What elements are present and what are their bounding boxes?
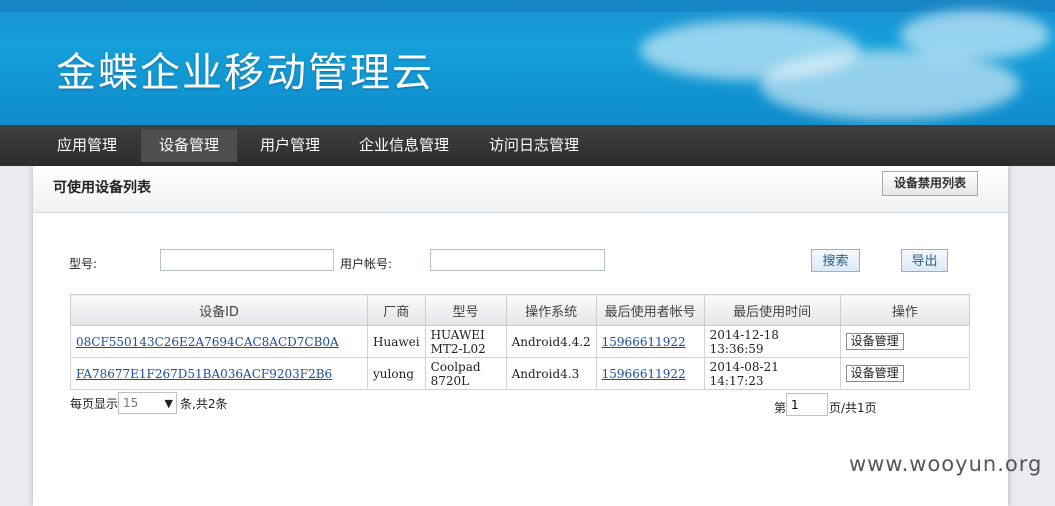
vendor-cell: yulong	[367, 357, 426, 390]
action-cell: 设备管理	[839, 357, 971, 390]
model-label: 型号:	[69, 257, 98, 271]
account-label: 用户帐号:	[340, 257, 393, 271]
device-id-cell: FA78677E1F267D51BA036ACF9203F2B6	[70, 357, 368, 390]
cloud-decoration	[900, 10, 1050, 60]
nav-item-user-management[interactable]: 用户管理	[247, 129, 333, 162]
col-device-id[interactable]: 设备ID	[70, 294, 368, 326]
account-cell: 15966611922	[595, 357, 705, 390]
page-prefix: 第	[774, 401, 787, 415]
os-cell: Android4.4.2	[505, 325, 597, 358]
nav-item-app-management[interactable]: 应用管理	[44, 129, 130, 162]
device-id-link[interactable]: 08CF550143C26E2A7694CAC8ACD7CB0A	[76, 335, 339, 349]
account-input[interactable]	[430, 249, 605, 271]
nav-item-access-log[interactable]: 访问日志管理	[478, 129, 590, 162]
col-action: 操作	[839, 294, 971, 326]
nav-item-enterprise-info[interactable]: 企业信息管理	[348, 129, 460, 162]
model-input[interactable]	[160, 249, 334, 271]
device-id-cell: 08CF550143C26E2A7694CAC8ACD7CB0A	[70, 325, 368, 358]
export-button[interactable]: 导出	[901, 249, 948, 272]
account-link[interactable]: 15966611922	[602, 335, 686, 349]
page-suffix: 页/共1页	[829, 401, 877, 415]
col-last-account[interactable]: 最后使用者帐号	[595, 294, 705, 326]
panel-title: 可使用设备列表	[53, 180, 151, 196]
header-banner: 金蝶企业移动管理云	[0, 0, 1055, 125]
nav-item-device-management[interactable]: 设备管理	[141, 129, 237, 162]
cloud-decoration	[760, 50, 1020, 120]
col-vendor[interactable]: 厂商	[367, 294, 426, 326]
app-title: 金蝶企业移动管理云	[56, 50, 434, 96]
last-time-cell: 2014-08-21 14:17:23	[703, 357, 841, 390]
col-model[interactable]: 型号	[424, 294, 507, 326]
search-button[interactable]: 搜索	[811, 249, 860, 272]
col-last-time[interactable]: 最后使用时间	[703, 294, 841, 326]
per-page-value: 15	[123, 396, 139, 410]
per-page-label: 每页显示	[70, 397, 119, 411]
account-cell: 15966611922	[595, 325, 705, 358]
device-id-link[interactable]: FA78677E1F267D51BA036ACF9203F2B6	[76, 367, 332, 381]
last-time-cell: 2014-12-18 13:36:59	[703, 325, 841, 358]
total-count-text: 条,共2条	[180, 397, 228, 411]
main-nav: 应用管理 设备管理 用户管理 企业信息管理 访问日志管理	[0, 125, 1055, 166]
action-cell: 设备管理	[839, 325, 971, 358]
watermark: www.wooyun.org	[849, 452, 1043, 476]
account-link[interactable]: 15966611922	[602, 367, 686, 381]
os-cell: Android4.3	[505, 357, 597, 390]
col-os[interactable]: 操作系统	[505, 294, 597, 326]
page-number-input[interactable]	[786, 393, 828, 416]
table-row: FA78677E1F267D51BA036ACF9203F2B6 yulong …	[70, 357, 971, 390]
panel-header: 可使用设备列表 设备禁用列表	[33, 166, 1008, 213]
model-cell: HUAWEI MT2-L02	[424, 325, 507, 358]
model-cell: Coolpad 8720L	[424, 357, 507, 390]
per-page-select[interactable]: 15 ▼	[118, 392, 177, 414]
table-header-row: 设备ID 厂商 型号 操作系统 最后使用者帐号 最后使用时间 操作	[70, 294, 971, 326]
device-table: 设备ID 厂商 型号 操作系统 最后使用者帐号 最后使用时间 操作 08CF55…	[70, 294, 971, 390]
banner-top-stripe	[0, 0, 1055, 12]
chevron-down-icon: ▼	[164, 397, 173, 410]
device-manage-button[interactable]: 设备管理	[845, 333, 904, 350]
disabled-devices-button[interactable]: 设备禁用列表	[882, 171, 978, 196]
device-manage-button[interactable]: 设备管理	[845, 365, 904, 382]
vendor-cell: Huawei	[367, 325, 426, 358]
table-row: 08CF550143C26E2A7694CAC8ACD7CB0A Huawei …	[70, 325, 971, 358]
